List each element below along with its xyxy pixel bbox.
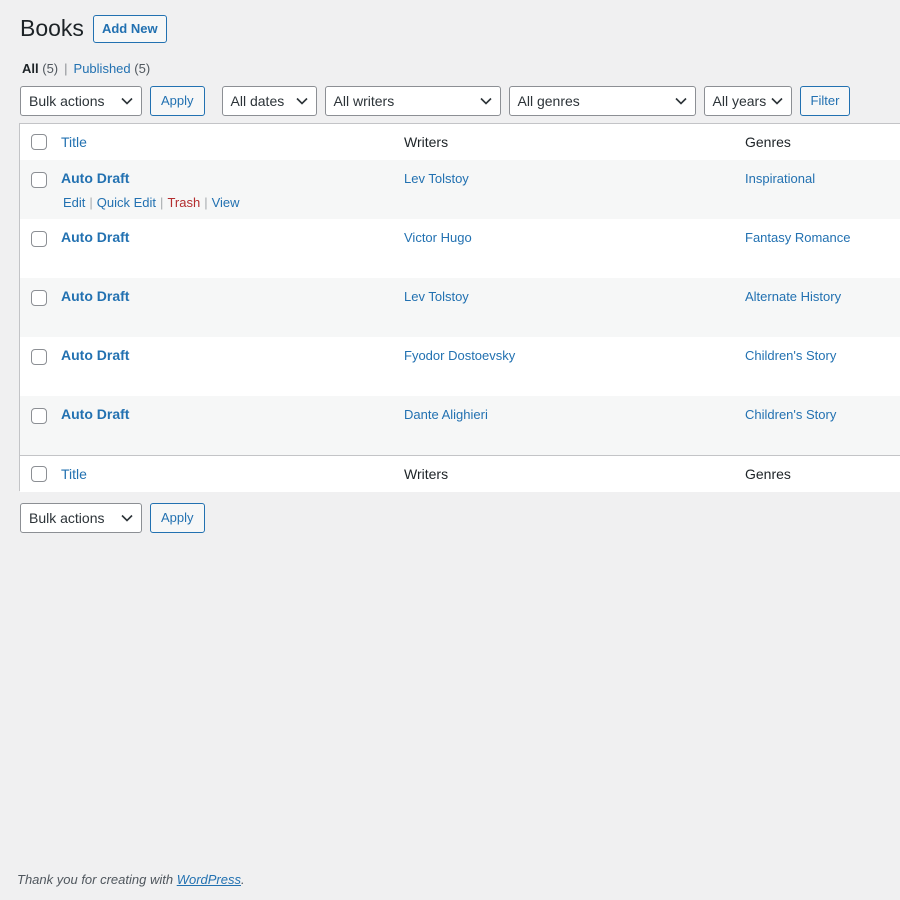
- trash-link[interactable]: Trash: [167, 195, 200, 210]
- quick-edit-link[interactable]: Quick Edit: [97, 195, 156, 210]
- bulk-actions-value: Bulk actions: [29, 93, 105, 109]
- row-checkbox[interactable]: [31, 172, 47, 188]
- genres-column-footer: Genres: [745, 466, 791, 482]
- genre-link[interactable]: Children's Story: [745, 407, 836, 422]
- row-checkbox[interactable]: [31, 290, 47, 306]
- writer-link[interactable]: Lev Tolstoy: [404, 289, 469, 304]
- title-column-footer[interactable]: Title: [61, 466, 87, 482]
- book-title-link[interactable]: Auto Draft: [61, 288, 129, 304]
- genre-filter-value: All genres: [517, 93, 580, 109]
- row-checkbox[interactable]: [31, 231, 47, 247]
- row-checkbox[interactable]: [31, 349, 47, 365]
- add-new-button[interactable]: Add New: [92, 14, 167, 43]
- writer-link[interactable]: Lev Tolstoy: [404, 171, 469, 186]
- row-actions: Edit | Quick Edit | Trash | View: [63, 195, 240, 210]
- footer-text: Thank you for creating with: [17, 872, 177, 887]
- view-all-label: All: [22, 61, 39, 76]
- books-table: Title Writers Genres Auto Draft Edit | Qui…: [19, 123, 900, 492]
- select-all-checkbox[interactable]: [31, 134, 47, 150]
- apply-button-bottom[interactable]: Apply: [150, 503, 205, 533]
- book-title-link[interactable]: Auto Draft: [61, 347, 129, 363]
- edit-link[interactable]: Edit: [63, 195, 85, 210]
- writer-link[interactable]: Victor Hugo: [404, 230, 472, 245]
- view-all-link[interactable]: All (5): [22, 61, 58, 76]
- writer-filter-value: All writers: [333, 93, 395, 109]
- table-row: Auto Draft Dante Alighieri Children's St…: [20, 396, 900, 455]
- bulk-actions-value: Bulk actions: [29, 510, 105, 526]
- chevron-down-icon: [121, 87, 133, 115]
- genres-column-header: Genres: [745, 134, 791, 150]
- chevron-down-icon: [770, 87, 783, 115]
- date-filter-value: All dates: [230, 93, 285, 109]
- tablenav-top: Bulk actions Apply All dates All writers…: [20, 86, 851, 116]
- genre-link[interactable]: Fantasy Romance: [745, 230, 851, 245]
- table-row: Auto Draft Fyodor Dostoevsky Children's …: [20, 337, 900, 396]
- row-action-separator: |: [160, 195, 164, 210]
- view-all-count: (5): [42, 61, 59, 76]
- view-link[interactable]: View: [212, 195, 240, 210]
- bulk-actions-select[interactable]: Bulk actions: [20, 86, 142, 116]
- select-all-checkbox-footer[interactable]: [31, 466, 47, 482]
- table-header: Title Writers Genres: [20, 124, 900, 161]
- row-action-separator: |: [204, 195, 208, 210]
- writer-filter-select[interactable]: All writers: [324, 86, 501, 116]
- view-filters: All (5) | Published (5): [22, 61, 150, 76]
- year-filter-value: All years: [712, 93, 767, 109]
- book-title-link[interactable]: Auto Draft: [61, 406, 129, 422]
- table-row: Auto Draft Lev Tolstoy Alternate History: [20, 278, 900, 337]
- genre-link[interactable]: Children's Story: [745, 348, 836, 363]
- table-row: Auto Draft Victor Hugo Fantasy Romance: [20, 219, 900, 278]
- apply-button-top[interactable]: Apply: [150, 86, 205, 116]
- page-title: Books: [20, 15, 84, 41]
- row-checkbox[interactable]: [31, 408, 47, 424]
- chevron-down-icon: [479, 87, 492, 115]
- tablenav-bottom: Bulk actions Apply: [20, 503, 205, 533]
- genre-filter-select[interactable]: All genres: [508, 86, 696, 116]
- chevron-down-icon: [121, 504, 133, 532]
- chevron-down-icon: [674, 87, 687, 115]
- view-published-count: (5): [134, 61, 151, 76]
- view-published-link[interactable]: Published (5): [74, 61, 151, 76]
- chevron-down-icon: [295, 87, 308, 115]
- filter-button[interactable]: Filter: [799, 86, 851, 116]
- writer-link[interactable]: Dante Alighieri: [404, 407, 488, 422]
- footer-end: .: [241, 872, 245, 887]
- date-filter-select[interactable]: All dates: [221, 86, 317, 116]
- writers-column-footer: Writers: [404, 466, 449, 482]
- title-column-header[interactable]: Title: [61, 134, 87, 150]
- year-filter-select[interactable]: All years: [703, 86, 792, 116]
- view-published-label: Published: [73, 61, 131, 76]
- table-footer: Title Writers Genres: [20, 455, 900, 492]
- writer-link[interactable]: Fyodor Dostoevsky: [404, 348, 515, 363]
- genre-link[interactable]: Inspirational: [745, 171, 815, 186]
- genre-link[interactable]: Alternate History: [745, 289, 841, 304]
- book-title-link[interactable]: Auto Draft: [61, 170, 129, 186]
- page-header: Books Add New: [20, 14, 167, 44]
- book-title-link[interactable]: Auto Draft: [61, 229, 129, 245]
- admin-footer: Thank you for creating with WordPress.: [17, 872, 245, 887]
- writers-column-header: Writers: [404, 134, 449, 150]
- table-row: Auto Draft Edit | Quick Edit | Trash | View Le…: [20, 160, 900, 219]
- bulk-actions-select-bottom[interactable]: Bulk actions: [20, 503, 142, 533]
- row-action-separator: |: [89, 195, 93, 210]
- wordpress-link[interactable]: WordPress: [177, 872, 241, 887]
- view-separator: |: [64, 61, 68, 76]
